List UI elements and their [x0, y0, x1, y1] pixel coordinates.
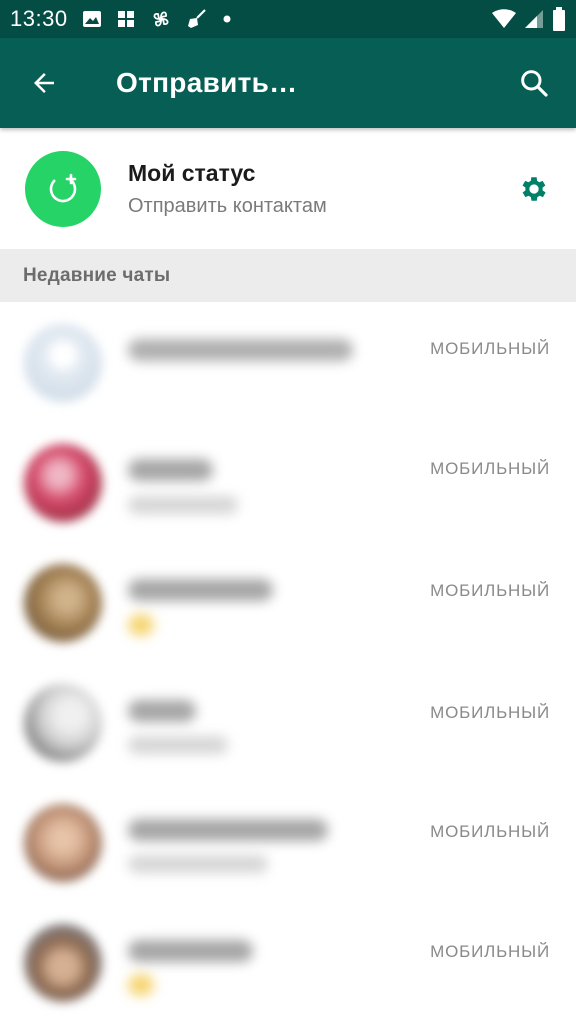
grid-icon — [117, 11, 134, 27]
contact-name-blurred — [128, 339, 353, 361]
contact-avatar — [24, 324, 102, 402]
contact-name-blurred — [128, 819, 328, 841]
app-bar: Отправить… — [0, 38, 576, 128]
broom-icon — [187, 9, 206, 28]
contact-type-label: МОБИЛЬНЫЙ — [430, 822, 550, 841]
contact-name-blurred — [128, 700, 196, 722]
contact-emoji-blurred — [128, 974, 154, 996]
contact-name-blurred — [128, 940, 253, 962]
arrow-back-icon — [34, 73, 54, 93]
my-status-text: Мой статус Отправить контактам — [128, 160, 327, 218]
status-settings-button[interactable] — [514, 169, 554, 209]
contact-status-blurred — [128, 736, 228, 754]
chat-row[interactable]: МОБИЛЬНЫЙ — [0, 546, 576, 668]
section-header-recent-chats: Недавние чаты — [0, 249, 576, 302]
contact-avatar — [24, 804, 102, 882]
contact-type-label: МОБИЛЬНЫЙ — [430, 703, 550, 722]
chat-row[interactable]: МОБИЛЬНЫЙ — [0, 424, 576, 546]
my-status-subtitle: Отправить контактам — [128, 194, 327, 217]
contact-type-label: МОБИЛЬНЫЙ — [430, 942, 550, 961]
notification-icons — [82, 8, 232, 30]
status-time: 13:30 — [10, 6, 68, 31]
contact-type-label: МОБИЛЬНЫЙ — [430, 581, 550, 600]
add-status-icon — [49, 173, 77, 202]
chat-list: МОБИЛЬНЫЙ МОБИЛЬНЫЙ МОБИЛЬНЫЙ МОБИЛЬНЫЙ … — [0, 302, 576, 1024]
section-title: Недавние чаты — [23, 264, 171, 286]
contact-avatar — [24, 564, 102, 642]
contact-status-blurred — [128, 855, 268, 873]
pinwheel-icon — [153, 11, 169, 27]
contact-name-blurred — [128, 459, 213, 481]
my-status-row[interactable]: Мой статус Отправить контактам — [0, 128, 576, 249]
dot-icon — [223, 15, 231, 23]
my-status-avatar — [25, 150, 101, 227]
contact-avatar — [24, 684, 102, 762]
back-button[interactable] — [14, 53, 74, 113]
contact-avatar — [24, 924, 102, 1002]
battery-icon — [553, 7, 565, 31]
chat-row[interactable]: МОБИЛЬНЫЙ — [0, 302, 576, 424]
system-icons — [492, 7, 566, 31]
contact-type-label: МОБИЛЬНЫЙ — [430, 339, 550, 358]
contact-status-blurred — [128, 496, 238, 514]
search-icon — [521, 70, 548, 97]
gear-icon — [522, 176, 546, 201]
status-bar: 13:30 — [0, 0, 576, 38]
image-icon — [82, 11, 101, 27]
search-button[interactable] — [504, 53, 564, 113]
contact-avatar — [24, 444, 102, 522]
wifi-icon — [492, 9, 516, 28]
chat-row[interactable]: МОБИЛЬНЫЙ — [0, 668, 576, 790]
chat-row[interactable]: МОБИЛЬНЫЙ — [0, 790, 576, 912]
chat-row[interactable]: МОБИЛЬНЫЙ — [0, 912, 576, 1024]
page-title: Отправить… — [116, 67, 298, 98]
my-status-name: Мой статус — [128, 159, 256, 186]
contact-emoji-blurred — [128, 614, 154, 636]
contact-type-label: МОБИЛЬНЫЙ — [430, 459, 550, 478]
signal-icon — [525, 10, 543, 28]
contact-name-blurred — [128, 579, 273, 601]
